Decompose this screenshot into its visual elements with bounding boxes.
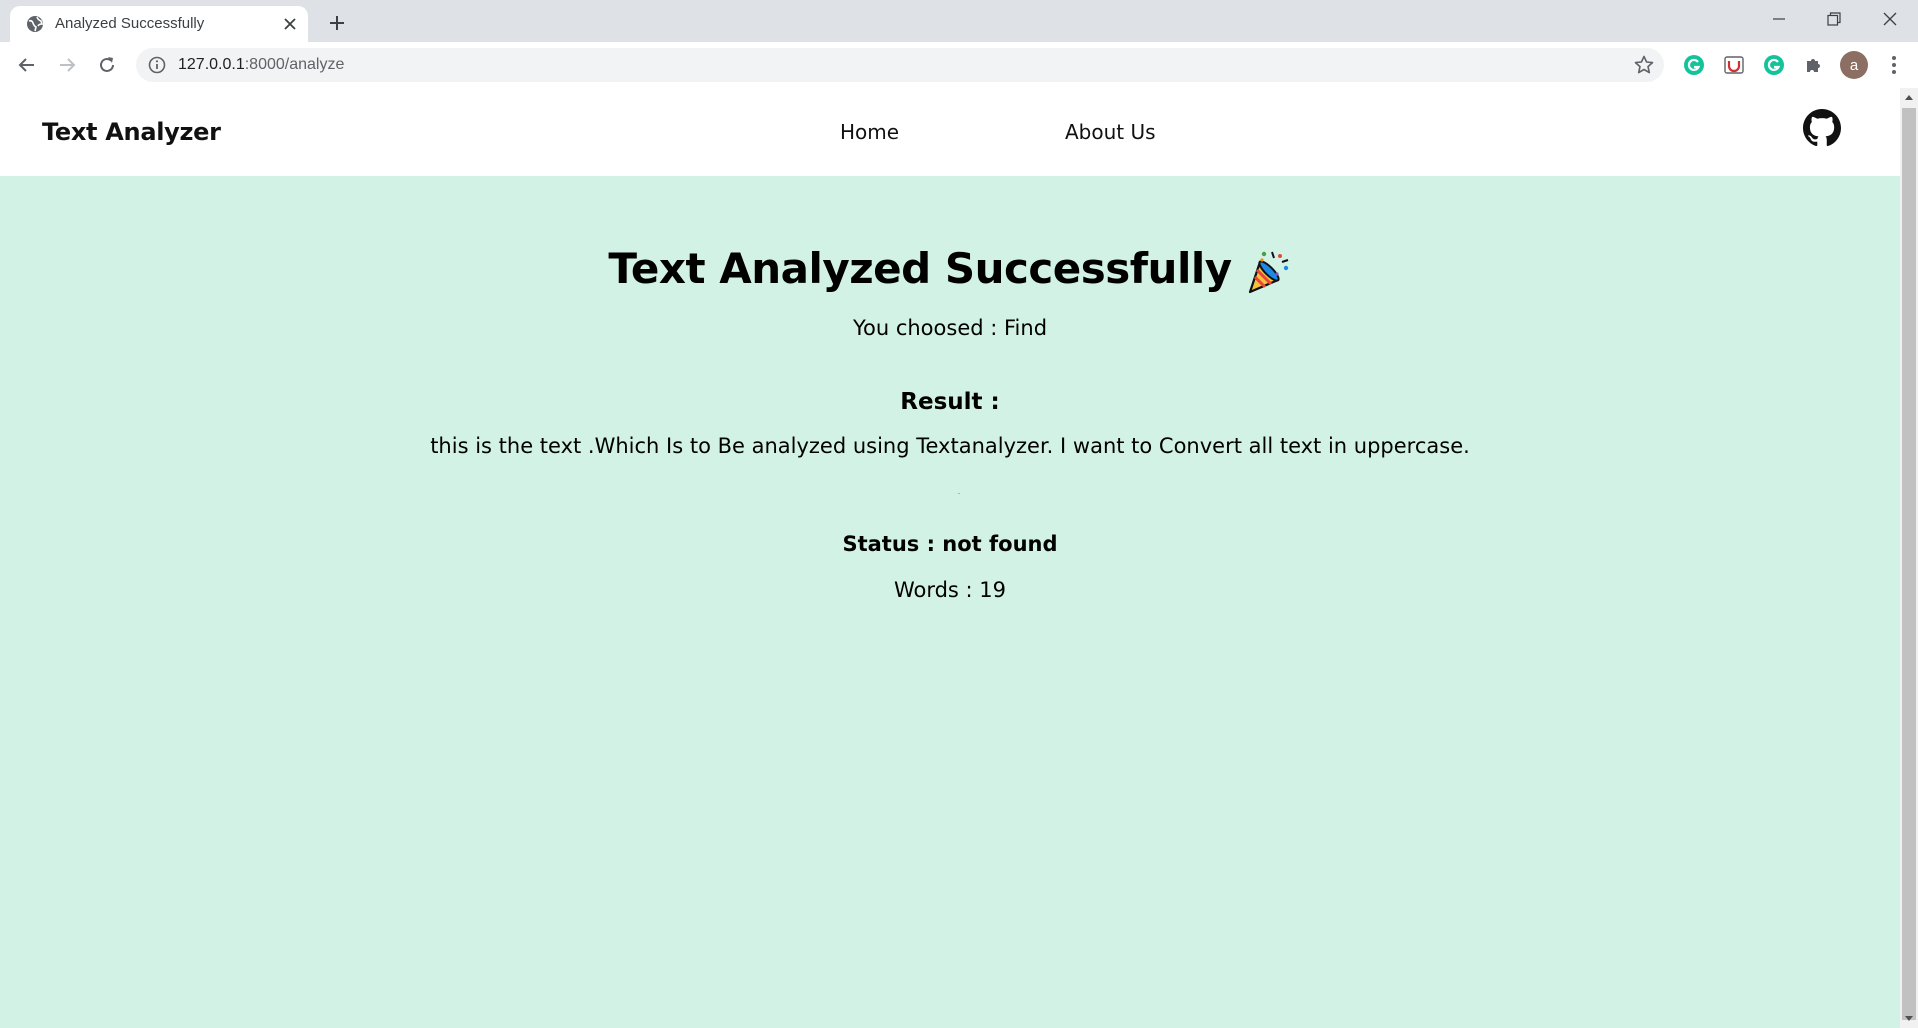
browser-tab[interactable]: Analyzed Successfully — [10, 6, 308, 42]
pdf-extension-icon[interactable] — [1722, 53, 1746, 77]
browser-toolbar: 127.0.0.1:8000/analyze — [0, 42, 1918, 89]
grammarly-go-icon[interactable] — [1762, 53, 1786, 77]
scroll-up-arrow-icon[interactable] — [1900, 88, 1918, 106]
reload-icon[interactable] — [92, 50, 122, 80]
scrollbar-thumb[interactable] — [1902, 108, 1916, 1020]
github-icon[interactable] — [1803, 109, 1841, 147]
info-icon[interactable] — [148, 56, 166, 74]
page-viewport: Text Analyzer Home About Us Text Analyze… — [0, 88, 1900, 1028]
restore-icon[interactable] — [1806, 0, 1862, 38]
page-scrollbar[interactable] — [1900, 88, 1918, 1028]
minimize-icon[interactable] — [1751, 0, 1807, 38]
back-icon[interactable] — [12, 50, 42, 80]
close-tab-icon[interactable] — [280, 14, 300, 34]
forward-icon[interactable] — [52, 50, 82, 80]
browser-menu-icon[interactable] — [1882, 53, 1906, 77]
word-count: Words : 19 — [893, 578, 1007, 602]
divider — [958, 493, 960, 494]
page-title-text: Text Analyzed Successfully — [608, 244, 1232, 293]
grammarly-icon[interactable] — [1682, 53, 1706, 77]
address-bar[interactable]: 127.0.0.1:8000/analyze — [136, 48, 1664, 82]
brand-logo[interactable]: Text Analyzer — [42, 88, 221, 176]
url-text: 127.0.0.1:8000/analyze — [178, 48, 344, 82]
tab-title: Analyzed Successfully — [55, 15, 205, 32]
site-navbar: Text Analyzer Home About Us — [0, 88, 1900, 176]
url-path: :8000/analyze — [244, 56, 345, 73]
nav-link-home[interactable]: Home — [840, 88, 899, 176]
page-title: Text Analyzed Successfully — [0, 244, 1900, 296]
bookmark-star-icon[interactable] — [1634, 55, 1654, 75]
puzzle-icon[interactable] — [1802, 53, 1826, 77]
selected-operation: You choosed : Find — [852, 316, 1048, 340]
close-window-icon[interactable] — [1862, 0, 1918, 38]
party-popper-icon — [1244, 248, 1292, 296]
status-text: Status : not found — [842, 532, 1058, 556]
scroll-down-arrow-icon[interactable] — [1900, 1010, 1918, 1028]
new-tab-icon[interactable] — [324, 10, 350, 36]
url-host: 127.0.0.1 — [178, 56, 245, 73]
profile-avatar[interactable]: a — [1840, 51, 1868, 79]
globe-icon — [26, 15, 44, 33]
result-label: Result : — [900, 389, 1000, 415]
nav-link-about-us[interactable]: About Us — [1065, 88, 1156, 176]
tab-strip: Analyzed Successfully — [0, 0, 1918, 42]
result-text: this is the text .Which Is to Be analyze… — [430, 434, 1470, 458]
